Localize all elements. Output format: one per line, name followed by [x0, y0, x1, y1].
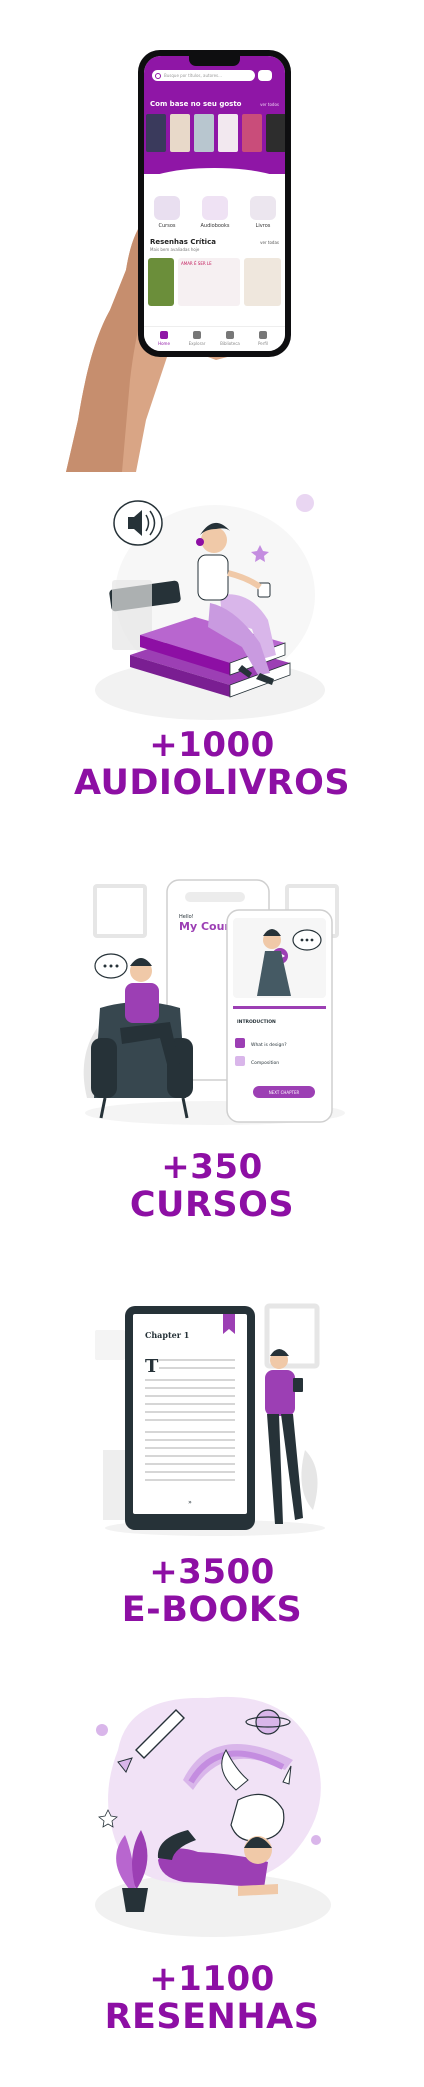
headphones-icon: [202, 196, 228, 220]
stat-number: +350: [161, 1147, 263, 1187]
category-courses[interactable]: Cursos: [150, 196, 184, 229]
search-icon: [155, 73, 161, 79]
hero-phone-section: Busque por títulos, autores... Com base …: [0, 0, 424, 480]
lesson-2: Composition: [251, 1060, 279, 1066]
book-cover[interactable]: [194, 114, 214, 152]
filter-button[interactable]: [258, 70, 272, 81]
stat-number: +1100: [149, 1959, 275, 1999]
audiobook-listener-illustration: [95, 494, 325, 720]
app-screen: Busque por títulos, autores... Com base …: [144, 56, 285, 351]
courses-intro: INTRODUCTION: [237, 1019, 276, 1025]
stat-audiobooks: +1000 AUDIOLIVROS: [0, 726, 424, 803]
stat-label: E-BOOKS: [121, 1590, 303, 1631]
stat-number: +3500: [149, 1552, 275, 1592]
review-card[interactable]: AMAR É SER LE: [178, 258, 240, 306]
book-cover[interactable]: [146, 114, 166, 152]
category-books[interactable]: Livros: [246, 196, 280, 229]
book-cover[interactable]: [170, 114, 190, 152]
reviews-dreaming-illustration: [95, 1696, 331, 1937]
reviews-title: Resenhas Crítica: [150, 238, 216, 246]
stat-label: AUDIOLIVROS: [73, 763, 351, 804]
phone-notch: [189, 56, 240, 66]
tab-profile[interactable]: Perfil: [249, 331, 277, 346]
ebook-dropcap: T: [145, 1356, 159, 1377]
search-icon: [193, 331, 201, 339]
svg-text:»: »: [188, 1499, 192, 1506]
ebook-reader-illustration: Chapter 1 T »: [95, 1303, 325, 1536]
review-card[interactable]: [244, 258, 281, 306]
review-card-title: AMAR É SER LE: [181, 261, 212, 266]
stat-reviews: +1100 RESENHAS: [0, 1960, 424, 2037]
bottom-tab-bar: Home Explorar Biblioteca Perfil: [144, 326, 285, 351]
ebook-chapter-heading: Chapter 1: [145, 1330, 189, 1340]
category-audiobooks[interactable]: Audiobooks: [198, 196, 232, 229]
reviews-more-link[interactable]: ver todas: [260, 240, 279, 245]
phone-mockup: Busque por títulos, autores... Com base …: [138, 50, 291, 357]
stat-number: +1000: [149, 725, 275, 765]
library-icon: [226, 331, 234, 339]
stat-label: RESENHAS: [104, 1997, 320, 2038]
search-input[interactable]: Busque por títulos, autores...: [152, 70, 255, 81]
book-cover[interactable]: [218, 114, 238, 152]
online-courses-illustration: Hello! My Courses INTRODUCTION What is d…: [83, 879, 345, 1125]
user-icon: [259, 331, 267, 339]
tab-explore[interactable]: Explorar: [183, 331, 211, 346]
reviews-subtitle: Mais bem avaliadas hoje: [150, 247, 200, 252]
section-more-link[interactable]: ver todos: [260, 102, 279, 107]
book-cover[interactable]: [266, 114, 285, 152]
book-cover[interactable]: [242, 114, 262, 152]
home-icon: [160, 331, 168, 339]
lesson-1: What is design?: [251, 1042, 287, 1048]
tab-library[interactable]: Biblioteca: [216, 331, 244, 346]
stat-ebooks: +3500 E-BOOKS: [0, 1553, 424, 1630]
courses-icon: [154, 196, 180, 220]
next-chapter-button: NEXT CHAPTER: [269, 1090, 300, 1095]
review-card[interactable]: [148, 258, 174, 306]
book-icon: [250, 196, 276, 220]
stat-label: CURSOS: [129, 1185, 295, 1226]
stat-courses: +350 CURSOS: [0, 1148, 424, 1225]
tab-home[interactable]: Home: [150, 331, 178, 346]
section-title: Com base no seu gosto: [150, 100, 242, 108]
